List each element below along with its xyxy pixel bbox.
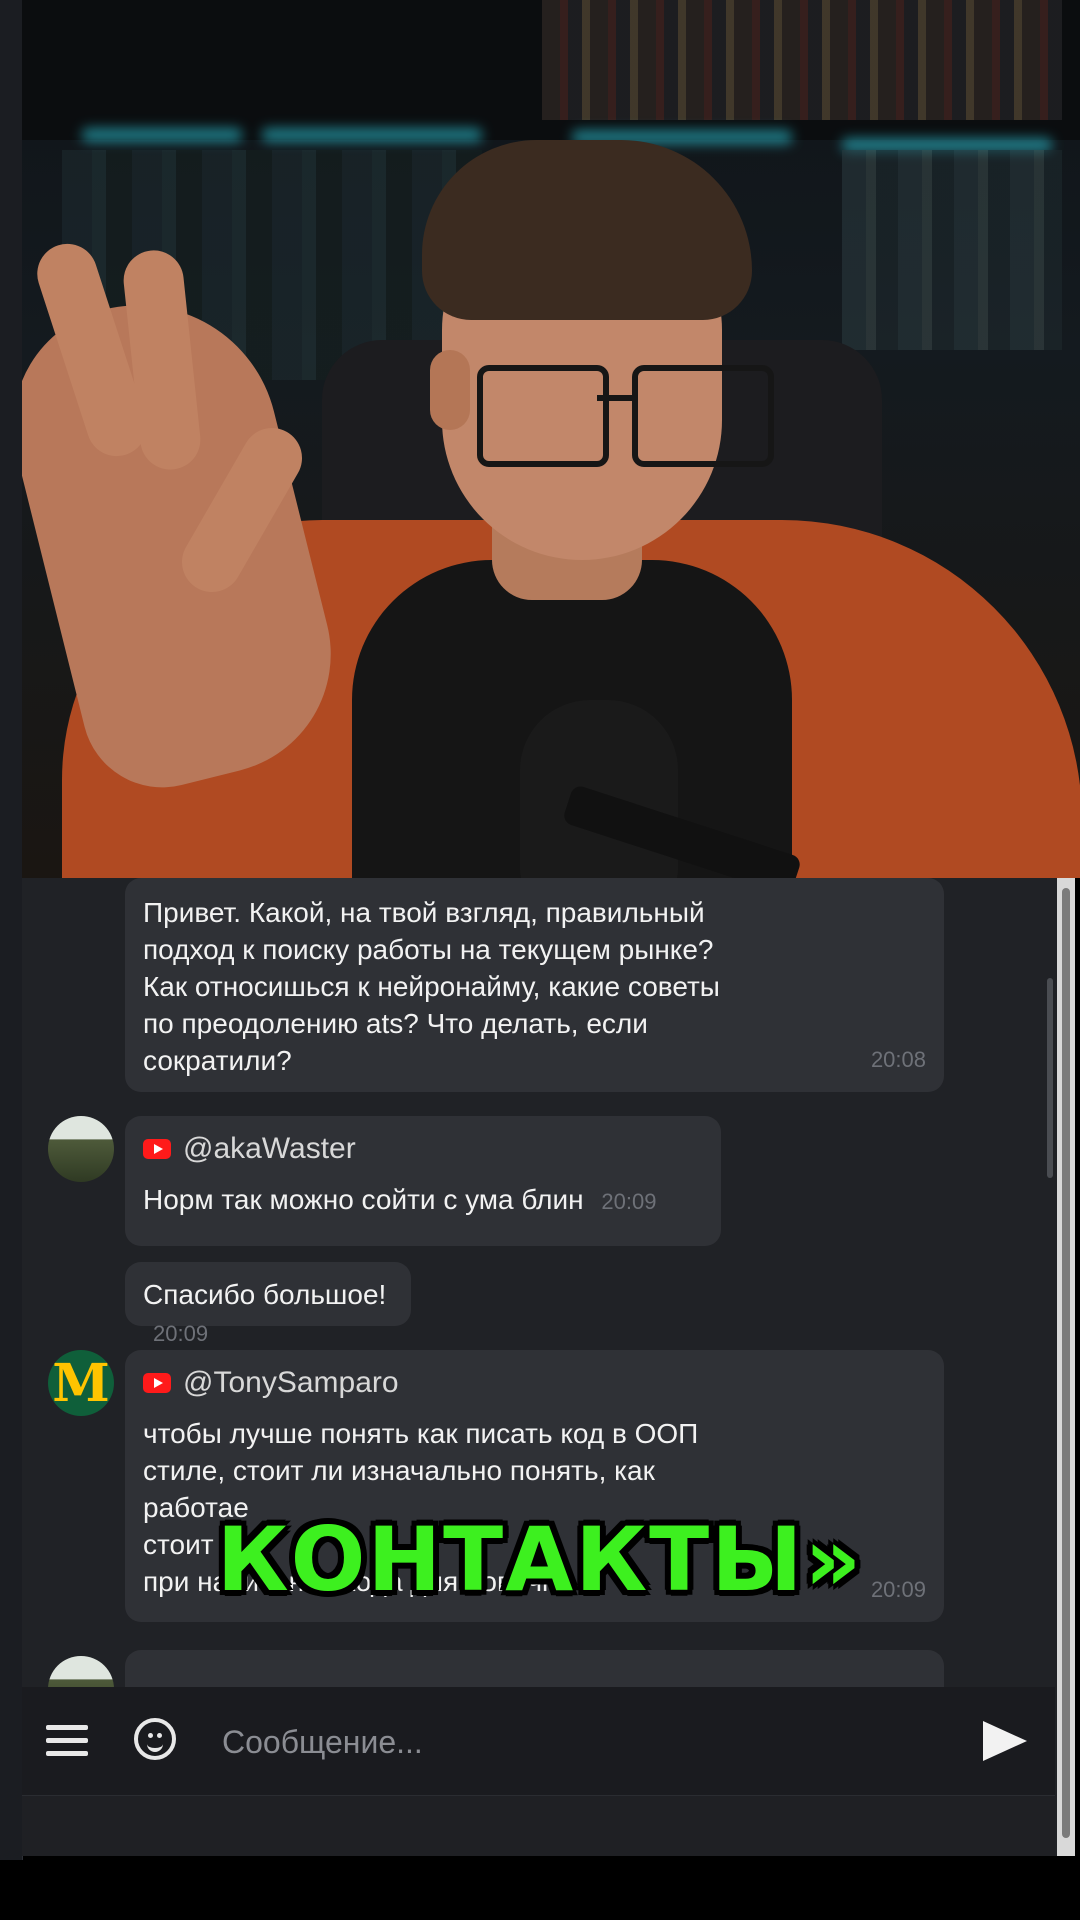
- message-text: по преодолению ats? Что делать, если: [143, 1008, 648, 1039]
- message-composer: [22, 1687, 1055, 1795]
- send-icon[interactable]: [983, 1721, 1027, 1761]
- message-text: подход к поиску работы на текущем рынке?: [143, 934, 714, 965]
- message-text: сократили?: [143, 1045, 292, 1076]
- message-text: чтобы лучше понять как писать код в ООП: [143, 1418, 699, 1449]
- glasses: [477, 365, 609, 467]
- page-scrollbar[interactable]: [1057, 878, 1075, 1856]
- emoji-icon[interactable]: [134, 1718, 176, 1760]
- scrollbar-thumb[interactable]: [1062, 888, 1070, 1838]
- message-time: 20:09: [153, 1321, 209, 1346]
- youtube-icon: [143, 1372, 171, 1393]
- message-time: 20:08: [870, 1047, 926, 1072]
- message-author[interactable]: @akaWaster: [143, 1130, 703, 1167]
- message-bubble: @akaWaster Норм так можно сойти с ума бл…: [125, 1116, 721, 1246]
- avatar-letter: M: [52, 1352, 110, 1414]
- youtube-icon: [143, 1138, 171, 1159]
- chat-scrollbar[interactable]: [1047, 978, 1053, 1178]
- message-bubble: Спасибо большое! 20:09: [125, 1262, 411, 1346]
- video-frame: [22, 0, 1080, 878]
- author-name: @TonySamparo: [183, 1366, 399, 1399]
- message-text: Привет. Какой, на твой взгляд, правильны…: [143, 897, 705, 928]
- message-text: Как относишься к нейронайму, какие совет…: [143, 971, 720, 1002]
- message-time: 20:09: [601, 1189, 657, 1214]
- message-text: Спасибо большое!: [143, 1279, 387, 1310]
- message-text: стиле, стоит ли изначально понять, как: [143, 1455, 655, 1486]
- avatar[interactable]: [48, 1116, 114, 1182]
- message-text: Норм так можно сойти с ума блин: [143, 1184, 584, 1215]
- message-author[interactable]: @TonySamparo: [143, 1364, 926, 1401]
- author-name: @akaWaster: [183, 1132, 356, 1165]
- bottom-bar: [22, 1795, 1055, 1856]
- video-caption: КОНТАКТЫ»: [216, 1508, 864, 1611]
- person-hair: [422, 140, 752, 320]
- message-input[interactable]: [220, 1709, 964, 1775]
- avatar[interactable]: M: [48, 1350, 114, 1416]
- menu-icon[interactable]: [46, 1725, 88, 1757]
- message-bubble: Привет. Какой, на твой взгляд, правильны…: [125, 878, 944, 1092]
